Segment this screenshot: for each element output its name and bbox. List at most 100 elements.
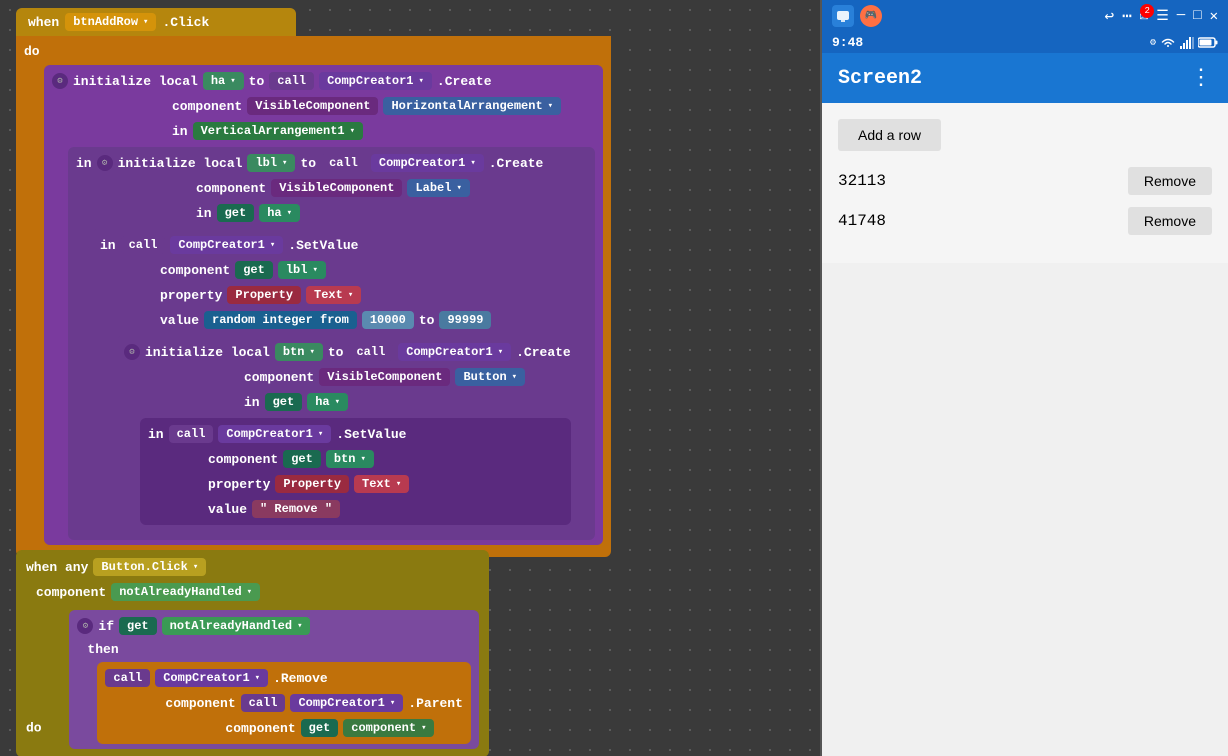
when-any-button-block: when any Button.Click component notAlrea… (16, 550, 489, 756)
phone-panel: 🎮 ↩ ⋯ ✉ 2 ☰ ─ □ ✕ 9:48 ⚙ (820, 0, 1228, 756)
from-val-tag[interactable]: 10000 (362, 311, 414, 329)
maximize-icon[interactable]: □ (1193, 8, 1201, 24)
call-tag-3: call (121, 236, 166, 254)
phone-top-bar: 🎮 ↩ ⋯ ✉ 2 ☰ ─ □ ✕ (822, 0, 1228, 32)
get-label-1: get (235, 261, 273, 279)
to-label-4: to (328, 345, 344, 360)
comp-creator-any[interactable]: CompCreator1 (155, 669, 268, 687)
remove-btn-2[interactable]: Remove (1128, 207, 1212, 235)
btn-var-tag[interactable]: btn (275, 343, 323, 361)
if-label: if (98, 619, 114, 634)
call-tag-any: call (105, 669, 150, 687)
horizontal-arr-tag[interactable]: HorizontalArrangement (383, 97, 561, 115)
data-row-2: 41748 Remove (838, 207, 1212, 235)
remove-string-tag[interactable]: " Remove " (252, 500, 340, 518)
vertical-arr-tag[interactable]: VerticalArrangement1 (193, 122, 363, 140)
in-label-1: in (172, 124, 188, 139)
create-label-2: .Create (489, 156, 544, 171)
comp-creator-4[interactable]: CompCreator1 (398, 343, 511, 361)
ha-get-tag-2[interactable]: ha (307, 393, 348, 411)
call-tag-any-2: call (241, 694, 286, 712)
ha-get-tag[interactable]: ha (259, 204, 300, 222)
btn-addrow-tag[interactable]: btnAddRow (65, 13, 156, 31)
signal-icon (1180, 37, 1194, 49)
visible-component-2: VisibleComponent (271, 179, 402, 197)
component-label-1: component (172, 99, 242, 114)
component-var-tag[interactable]: component (343, 719, 434, 737)
wifi-icon (1160, 37, 1176, 49)
time-display: 9:48 (832, 35, 863, 50)
comp-creator-2[interactable]: CompCreator1 (371, 154, 484, 172)
comp-creator-5[interactable]: CompCreator1 (218, 425, 331, 443)
settings-status-icon: ⚙ (1150, 37, 1156, 49)
property-tag-2: Property (275, 475, 349, 493)
click-event: .Click (162, 15, 209, 30)
init-local-label-1: initialize local (73, 74, 198, 89)
parent-label: .Parent (408, 696, 463, 711)
setvalue-label-1: .SetValue (288, 238, 358, 253)
do-label-any: do (26, 721, 42, 736)
init-local-label-3: initialize local (145, 345, 270, 360)
value-label-2: value (208, 502, 247, 517)
not-already-handled-tag[interactable]: notAlreadyHandled (111, 583, 260, 601)
label-tag[interactable]: Label (407, 179, 469, 197)
component-label-then-2: component (225, 721, 295, 736)
in-label-3: in (196, 206, 212, 221)
visible-component-3: VisibleComponent (319, 368, 450, 386)
button-tag[interactable]: Button (455, 368, 525, 386)
call-tag-5: call (169, 425, 214, 443)
app-menu-icon[interactable]: ⋮ (1190, 65, 1212, 91)
comp-creator-1[interactable]: CompCreator1 (319, 72, 432, 90)
get-label-2: get (265, 393, 303, 411)
redo-btn[interactable]: ⋯ (1122, 6, 1132, 26)
not-handled-var-tag[interactable]: notAlreadyHandled (162, 617, 311, 635)
row-value-1: 32113 (838, 172, 886, 190)
comp-creator-any-2[interactable]: CompCreator1 (290, 694, 403, 712)
value-label-1: value (160, 313, 199, 328)
text-tag-2[interactable]: Text (354, 475, 409, 493)
gear-icon-3: ⚙ (124, 344, 140, 360)
minimize-icon[interactable]: ─ (1177, 8, 1185, 24)
comp-creator-3[interactable]: CompCreator1 (170, 236, 283, 254)
component-label-5: component (208, 452, 278, 467)
lbl-var-tag[interactable]: lbl (247, 154, 295, 172)
btn-get-tag[interactable]: btn (326, 450, 374, 468)
block-canvas: when btnAddRow .Click do ⚙ initialize lo… (0, 0, 820, 756)
remove-btn-1[interactable]: Remove (1128, 167, 1212, 195)
create-label-3: .Create (516, 345, 571, 360)
component-label-then: component (165, 696, 235, 711)
lbl-get-tag[interactable]: lbl (278, 261, 326, 279)
gear-icon-any: ⚙ (77, 618, 93, 634)
component-label-2: component (196, 181, 266, 196)
app-icon-1[interactable] (832, 5, 854, 27)
row-value-2: 41748 (838, 212, 886, 230)
component-label-4: component (244, 370, 314, 385)
menu-icon-top[interactable]: ☰ (1156, 8, 1169, 25)
data-row-1: 32113 Remove (838, 167, 1212, 195)
notification-badge: 2 (1140, 4, 1154, 18)
when-label: when (28, 15, 59, 30)
component-label-3: component (160, 263, 230, 278)
add-row-button[interactable]: Add a row (838, 119, 941, 151)
visible-component-1: VisibleComponent (247, 97, 378, 115)
text-tag-1[interactable]: Text (306, 286, 361, 304)
to-val-tag[interactable]: 99999 (439, 311, 491, 329)
setvalue-label-2: .SetValue (336, 427, 406, 442)
gear-icon-1: ⚙ (52, 73, 68, 89)
get-ha-tag: get (217, 204, 255, 222)
remove-label: .Remove (273, 671, 328, 686)
init-local-label-2: initialize local (118, 156, 243, 171)
undo-btn[interactable]: ↩ (1104, 6, 1114, 26)
ha-var-tag[interactable]: ha (203, 72, 244, 90)
then-label: then (87, 642, 118, 657)
property-tag-1: Property (227, 286, 301, 304)
button-click-tag[interactable]: Button.Click (93, 558, 206, 576)
get-label-any: get (119, 617, 157, 635)
notification-wrapper: ✉ 2 (1140, 8, 1148, 25)
close-icon-top[interactable]: ✕ (1210, 8, 1218, 25)
component-label-any: component (36, 585, 106, 600)
app-icon-2[interactable]: 🎮 (860, 5, 882, 27)
do-label: do (24, 44, 40, 59)
battery-icon (1198, 37, 1218, 48)
app-bar: Screen2 ⋮ (822, 53, 1228, 103)
